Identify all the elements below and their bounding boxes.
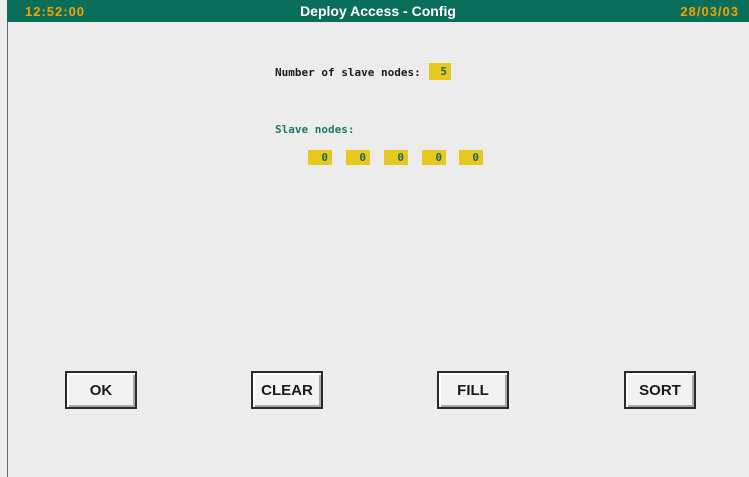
clock-date: 28/03/03 (680, 4, 739, 19)
slave-node-field-2[interactable]: 0 (346, 150, 370, 165)
slave-count-label: Number of slave nodes: (275, 66, 421, 79)
slave-node-field-3[interactable]: 0 (384, 150, 408, 165)
slave-node-field-1[interactable]: 0 (308, 150, 332, 165)
sort-button[interactable]: SORT (624, 371, 696, 409)
ok-button[interactable]: OK (65, 371, 137, 409)
slave-node-field-4[interactable]: 0 (422, 150, 446, 165)
clear-button[interactable]: CLEAR (251, 371, 323, 409)
fill-button[interactable]: FILL (437, 371, 509, 409)
title-bar: 12:52:00 Deploy Access - Config 28/03/03 (7, 0, 749, 22)
slave-nodes-label: Slave nodes: (275, 123, 355, 136)
window-title: Deploy Access - Config (300, 3, 456, 19)
slave-count-field[interactable]: 5 (429, 63, 451, 80)
slave-node-field-5[interactable]: 0 (459, 150, 483, 165)
